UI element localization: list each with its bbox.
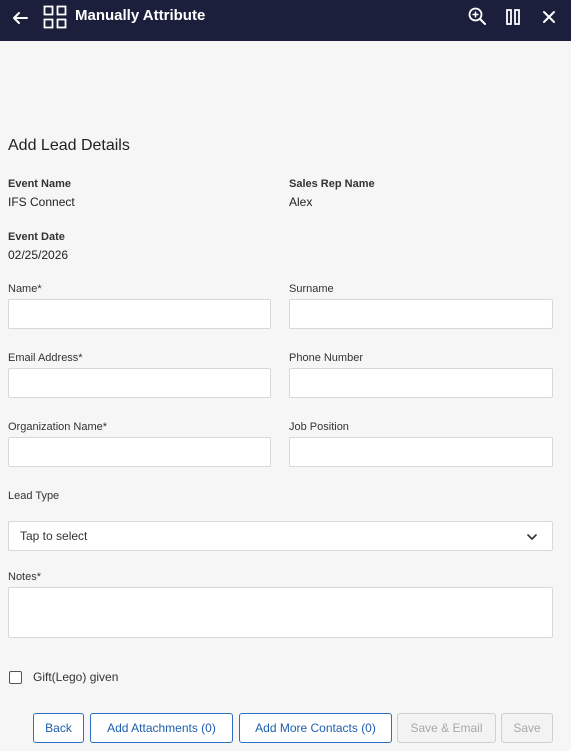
form-heading: Add Lead Details [8, 137, 130, 154]
add-more-contacts-button[interactable]: Add More Contacts (0) [239, 713, 392, 743]
back-button[interactable]: Back [33, 713, 84, 743]
notes-label: Notes* [8, 571, 42, 583]
lead-type-placeholder: Tap to select [20, 529, 88, 543]
name-label: Name* [8, 283, 42, 295]
notes-textarea[interactable] [8, 587, 553, 638]
lead-type-select[interactable]: Tap to select [8, 521, 553, 551]
page-title: Manually Attribute [75, 7, 206, 24]
back-arrow-icon[interactable] [10, 8, 30, 28]
gift-checkbox[interactable] [9, 671, 22, 684]
event-date-label: Event Date [8, 231, 65, 243]
email-input[interactable] [8, 368, 271, 398]
organization-label: Organization Name* [8, 421, 108, 433]
phone-label: Phone Number [289, 352, 363, 364]
event-name-label: Event Name [8, 178, 71, 190]
email-label: Email Address* [8, 352, 83, 364]
lead-type-label: Lead Type [8, 490, 60, 502]
job-position-input[interactable] [289, 437, 553, 467]
name-input[interactable] [8, 299, 271, 329]
zoom-search-icon[interactable] [466, 5, 488, 27]
chevron-down-icon [526, 531, 538, 543]
phone-input[interactable] [289, 368, 553, 398]
event-name-value: IFS Connect [8, 195, 75, 209]
close-icon[interactable] [538, 6, 560, 28]
app-grid-icon[interactable] [43, 5, 67, 29]
split-view-icon[interactable] [502, 6, 524, 28]
event-date-value: 02/25/2026 [8, 248, 69, 262]
surname-label: Surname [289, 283, 334, 295]
sales-rep-label: Sales Rep Name [289, 178, 375, 190]
add-attachments-button[interactable]: Add Attachments (0) [90, 713, 233, 743]
top-app-bar: Manually Attribute [0, 0, 571, 41]
sales-rep-value: Alex [289, 195, 313, 209]
save-button[interactable]: Save [501, 713, 553, 743]
surname-input[interactable] [289, 299, 553, 329]
gift-label: Gift(Lego) given [33, 670, 119, 684]
save-and-email-button[interactable]: Save & Email [397, 713, 496, 743]
job-position-label: Job Position [289, 421, 349, 433]
organization-input[interactable] [8, 437, 271, 467]
